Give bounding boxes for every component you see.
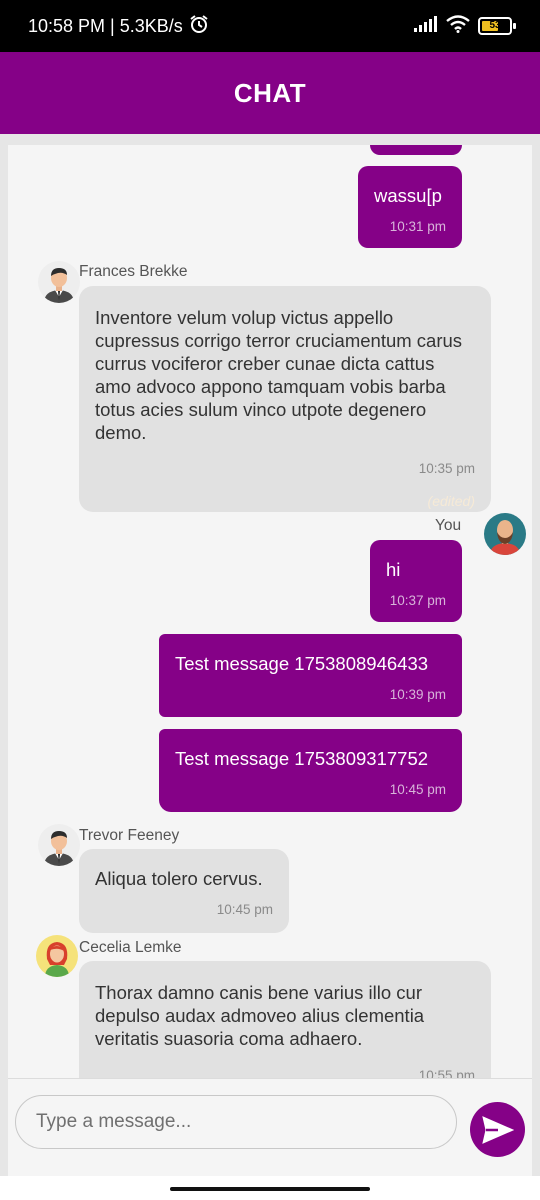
message-composer (8, 1078, 532, 1176)
message-text: wassu[p (374, 185, 442, 206)
battery-icon: 53 (478, 17, 516, 35)
status-time: 10:58 PM | 5.3KB/s (28, 15, 183, 36)
status-right: 53 (414, 14, 516, 38)
message-bubble-partial (370, 145, 462, 155)
message-time: 10:55 pm (418, 1068, 475, 1078)
message-bubble-incoming[interactable]: Thorax damno canis bene varius illo cur … (79, 961, 491, 1078)
edited-label: (edited) (427, 493, 475, 509)
sender-name: Frances Brekke (79, 263, 188, 280)
page-title: CHAT (233, 77, 307, 108)
avatar-frances-brekke[interactable] (38, 261, 80, 303)
avatar-trevor-feeney[interactable] (38, 824, 80, 866)
person-icon (45, 942, 69, 977)
avatar-you[interactable] (484, 513, 526, 555)
message-text: Test message 1753809317752 (175, 748, 429, 769)
message-time: 10:39 pm (389, 687, 446, 702)
avatar-cecelia-lemke[interactable] (36, 935, 78, 977)
message-time: 10:37 pm (389, 593, 446, 608)
message-bubble-incoming[interactable]: Inventore velum volup victus appello cup… (79, 286, 491, 512)
wifi-icon (446, 14, 470, 38)
battery-level: 53 (489, 20, 501, 31)
message-bubble-outgoing[interactable]: wassu[p 10:31 pm (358, 166, 462, 248)
status-left: 10:58 PM | 5.3KB/s (28, 14, 209, 39)
message-text: Thorax damno canis bene varius illo cur … (95, 982, 425, 1049)
message-text: Inventore velum volup victus appello cup… (95, 307, 463, 443)
chat-message-list[interactable]: wassu[p 10:31 pm Frances Brekke Inventor… (8, 145, 532, 1078)
message-time: 10:45 pm (389, 782, 446, 797)
home-indicator[interactable] (170, 1187, 370, 1191)
sender-name: Trevor Feeney (79, 827, 180, 844)
sender-name: You (435, 517, 462, 534)
signal-icon (414, 15, 438, 37)
message-text: Aliqua tolero cervus. (95, 868, 263, 889)
person-icon (44, 268, 74, 303)
message-bubble-outgoing[interactable]: hi 10:37 pm (370, 540, 462, 622)
person-icon (44, 831, 74, 866)
message-text: Test message 1753808946433 (175, 653, 429, 674)
message-text: hi (386, 559, 401, 580)
message-bubble-incoming[interactable]: Aliqua tolero cervus. 10:45 pm (79, 849, 289, 933)
message-time: 10:35 pm (418, 461, 475, 476)
user-avatar-icon (490, 520, 520, 555)
message-bubble-outgoing[interactable]: Test message 1753808946433 10:39 pm (159, 634, 462, 717)
app-bar: CHAT (0, 52, 540, 134)
send-icon (481, 1115, 514, 1144)
status-bar: 10:58 PM | 5.3KB/s 53 (0, 0, 540, 52)
system-nav-bar (0, 1176, 540, 1200)
message-bubble-outgoing[interactable]: Test message 1753809317752 10:45 pm (159, 729, 462, 812)
send-button[interactable] (470, 1102, 525, 1157)
message-time: 10:31 pm (389, 219, 446, 234)
sender-name: Cecelia Lemke (79, 939, 182, 956)
message-input[interactable] (15, 1095, 457, 1149)
message-time: 10:45 pm (216, 902, 273, 917)
alarm-icon (189, 14, 209, 39)
